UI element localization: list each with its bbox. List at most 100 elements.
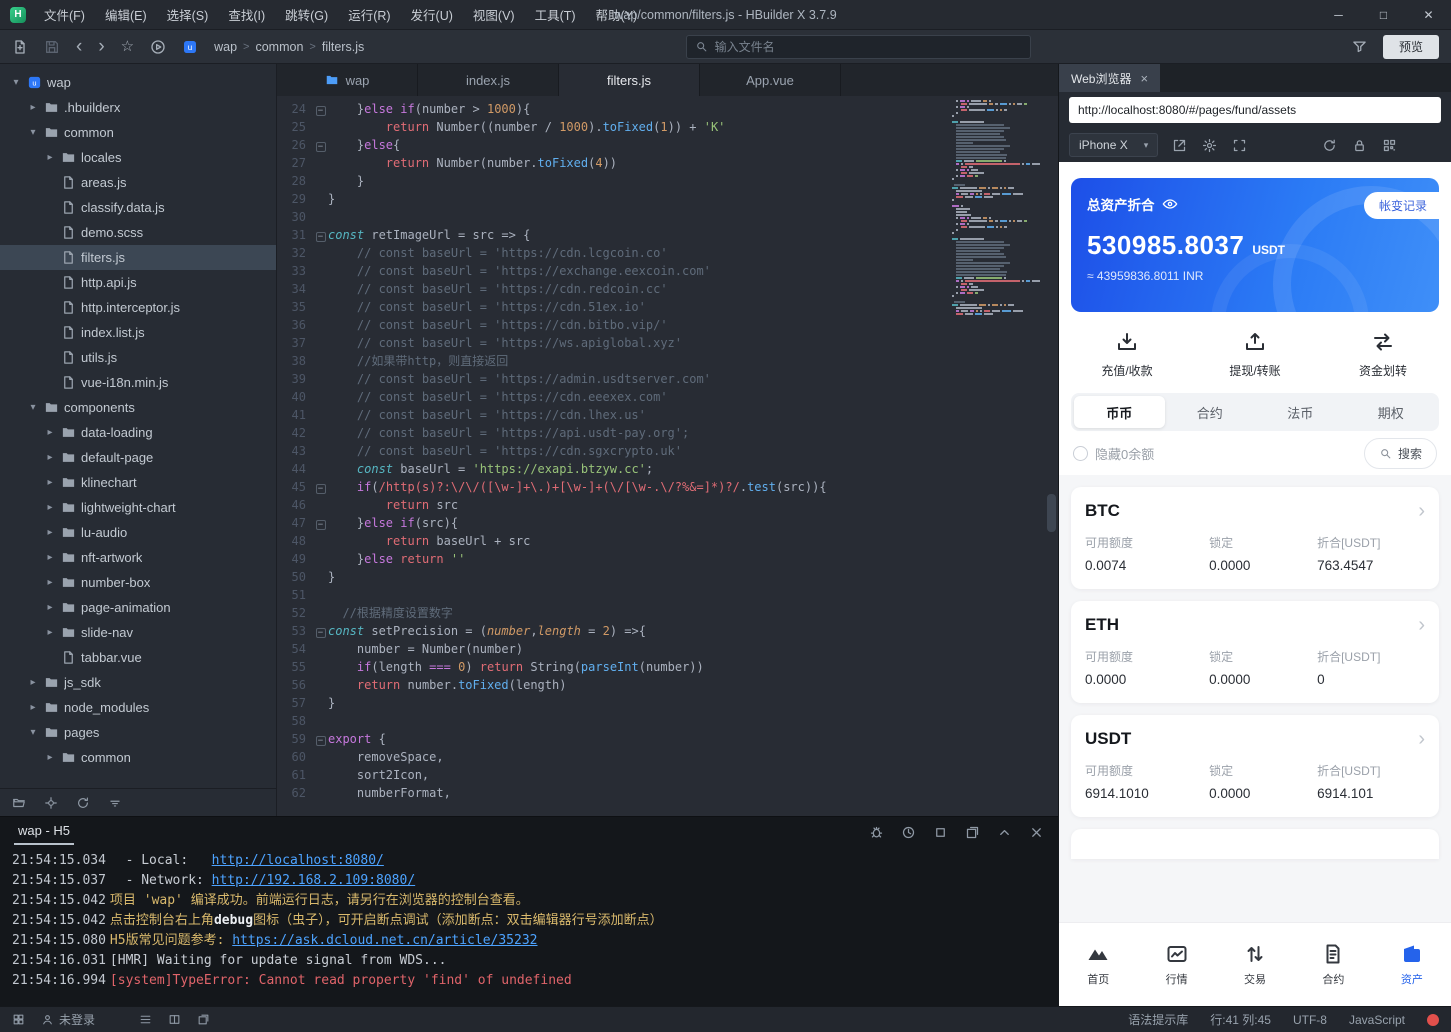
file-search-box[interactable]: 输入文件名 [686,35,1031,59]
device-selector[interactable]: iPhone X ▾ [1069,133,1158,157]
workspace-icon[interactable] [12,1013,25,1026]
code-line-57[interactable]: 57} [277,694,1058,712]
login-status[interactable]: 未登录 [41,1011,95,1028]
chevron-right-icon[interactable]: ▸ [44,602,56,613]
code-line-49[interactable]: 49 }else return '' [277,550,1058,568]
chevron-down-icon[interactable]: ▾ [10,77,22,88]
chevron-right-icon[interactable]: ▸ [44,527,56,538]
breadcrumb-item[interactable]: filters.js [322,40,364,54]
tree-item-wap[interactable]: ▾uwap [0,70,276,95]
code-line-61[interactable]: 61 sort2Icon, [277,766,1058,784]
tree-item-pages[interactable]: ▾pages [0,720,276,745]
chevron-right-icon[interactable]: ▸ [44,627,56,638]
tab-index.js[interactable]: index.js [418,64,559,96]
tree-item-index.list.js[interactable]: index.list.js [0,320,276,345]
code-line-41[interactable]: 41 // const baseUrl = 'https://cdn.lhex.… [277,406,1058,424]
tree-item-vue-i18n.min.js[interactable]: vue-i18n.min.js [0,370,276,395]
history-icon[interactable] [901,825,916,840]
code-line-50[interactable]: 50} [277,568,1058,586]
split-view-icon[interactable] [168,1013,181,1026]
console-tab[interactable]: wap - H5 [14,819,74,845]
coin-card-USDT[interactable]: USDT›可用额度6914.1010锁定0.0000折合[USDT]6914.1… [1071,715,1439,817]
fold-marker-icon[interactable]: − [313,136,328,154]
code-line-28[interactable]: 28 } [277,172,1058,190]
tree-item-demo.scss[interactable]: demo.scss [0,220,276,245]
chevron-right-icon[interactable]: ▸ [44,427,56,438]
refresh-icon[interactable] [76,796,90,810]
code-line-33[interactable]: 33 // const baseUrl = 'https://exchange.… [277,262,1058,280]
new-file-icon[interactable] [12,39,28,55]
tree-item-number-box[interactable]: ▸number-box [0,570,276,595]
menu-item[interactable]: 查找(I) [218,0,275,29]
asset-tab-期权[interactable]: 期权 [1346,396,1437,428]
nav-item-首页[interactable]: 首页 [1059,942,1137,987]
fold-marker-icon[interactable]: − [313,226,328,244]
action-提现/转账[interactable]: 提现/转账 [1191,330,1319,379]
tree-item-page-animation[interactable]: ▸page-animation [0,595,276,620]
tree-item-utils.js[interactable]: utils.js [0,345,276,370]
coin-card-BTC[interactable]: BTC›可用额度0.0074锁定0.0000折合[USDT]763.4547 [1071,487,1439,589]
asset-tab-法币[interactable]: 法币 [1255,396,1346,428]
filter-icon[interactable] [1352,39,1367,54]
debug-icon[interactable] [869,825,884,840]
code-line-56[interactable]: 56 return number.toFixed(length) [277,676,1058,694]
tree-item-http.api.js[interactable]: http.api.js [0,270,276,295]
preview-button[interactable]: 预览 [1383,35,1439,59]
code-editor[interactable]: 24− }else if(number > 1000){25 return Nu… [277,96,1058,816]
chevron-right-icon[interactable]: ▸ [44,577,56,588]
screenshot-icon[interactable] [1232,138,1247,153]
code-line-32[interactable]: 32 // const baseUrl = 'https://cdn.lcgco… [277,244,1058,262]
action-资金划转[interactable]: 资金划转 [1319,330,1447,379]
qr-code-icon[interactable] [1382,138,1397,153]
tab-filters.js[interactable]: filters.js [559,64,700,96]
open-in-window-icon[interactable] [965,825,980,840]
close-tab-icon[interactable]: × [1140,71,1148,86]
minimap[interactable] [952,100,1040,315]
code-line-58[interactable]: 58 [277,712,1058,730]
action-充值/收款[interactable]: 充值/收款 [1063,330,1191,379]
chevron-right-icon[interactable]: ▸ [27,102,39,113]
coin-card-ETH[interactable]: ETH›可用额度0.0000锁定0.0000折合[USDT]0 [1071,601,1439,703]
code-line-38[interactable]: 38 //如果带http，则直接返回 [277,352,1058,370]
asset-tab-合约[interactable]: 合约 [1165,396,1256,428]
coin-card-partial[interactable] [1071,829,1439,859]
encoding[interactable]: UTF-8 [1293,1013,1327,1027]
collapse-panel-icon[interactable] [997,825,1012,840]
nav-item-行情[interactable]: 行情 [1137,942,1215,987]
code-line-42[interactable]: 42 // const baseUrl = 'https://api.usdt-… [277,424,1058,442]
notification-icon[interactable] [1427,1014,1439,1026]
lock-icon[interactable] [1352,138,1367,153]
code-line-47[interactable]: 47− }else if(src){ [277,514,1058,532]
code-line-37[interactable]: 37 // const baseUrl = 'https://ws.apiglo… [277,334,1058,352]
code-line-60[interactable]: 60 removeSpace, [277,748,1058,766]
log-link[interactable]: http://localhost:8080/ [212,853,384,868]
tree-item-areas.js[interactable]: areas.js [0,170,276,195]
code-line-26[interactable]: 26− }else{ [277,136,1058,154]
tree-item-filters.js[interactable]: filters.js [0,245,276,270]
nav-item-交易[interactable]: 交易 [1216,942,1294,987]
syntax-lib[interactable]: 语法提示库 [1128,1011,1188,1028]
bookmark-icon[interactable]: ☆ [121,39,134,54]
hide-zero-toggle[interactable]: 隐藏0余额 [1073,444,1154,463]
menu-item[interactable]: 跳转(G) [275,0,338,29]
chevron-right-icon[interactable]: ▸ [44,752,56,763]
menu-item[interactable]: 帮助(Y) [586,0,648,29]
asset-tab-币币[interactable]: 币币 [1074,396,1165,428]
code-line-35[interactable]: 35 // const baseUrl = 'https://cdn.51ex.… [277,298,1058,316]
menu-item[interactable]: 选择(S) [157,0,219,29]
language-mode[interactable]: JavaScript [1349,1013,1405,1027]
open-external-icon[interactable] [1172,138,1187,153]
chevron-right-icon[interactable]: ▸ [44,452,56,463]
code-line-53[interactable]: 53−const setPrecision = (number,length =… [277,622,1058,640]
code-line-44[interactable]: 44 const baseUrl = 'https://exapi.btzyw.… [277,460,1058,478]
log-link[interactable]: http://192.168.2.109:8080/ [212,873,416,888]
chevron-down-icon[interactable]: ▾ [27,727,39,738]
tree-item-common[interactable]: ▾common [0,120,276,145]
coin-search[interactable]: 搜索 [1364,438,1437,469]
close-button[interactable]: ✕ [1406,0,1451,29]
nav-item-合约[interactable]: 合约 [1294,942,1372,987]
menu-item[interactable]: 发行(U) [401,0,463,29]
fold-marker-icon[interactable]: − [313,622,328,640]
tab-wap[interactable]: wap [277,64,418,96]
open-folder-icon[interactable] [12,796,26,810]
